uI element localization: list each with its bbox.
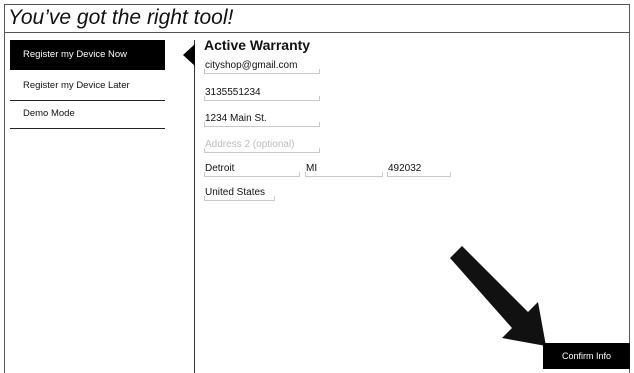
confirm-info-button[interactable]: Confirm Info: [543, 343, 630, 369]
header-divider: [4, 32, 630, 33]
state-field[interactable]: MI: [305, 160, 383, 177]
phone-value: 3135551234: [205, 87, 261, 98]
city-field[interactable]: Detroit: [204, 160, 300, 177]
page-headline: You’ve got the right tool!: [8, 6, 234, 29]
country-field[interactable]: United States: [204, 184, 275, 201]
country-value: United States: [205, 187, 266, 198]
address2-field[interactable]: Address 2 (optional): [204, 136, 320, 153]
sidebar-item-register-now[interactable]: Register my Device Now: [10, 40, 165, 70]
sidebar: Register my Device Now Register my Devic…: [10, 40, 195, 373]
address1-value: 1234 Main St.: [205, 113, 267, 124]
sidebar-item-register-later[interactable]: Register my Device Later: [10, 71, 165, 101]
sidebar-item-label: Demo Mode: [23, 108, 75, 119]
phone-field[interactable]: 3135551234: [204, 84, 320, 101]
email-field[interactable]: cityshop@gmail.com: [204, 57, 320, 74]
address1-field[interactable]: 1234 Main St.: [204, 110, 320, 127]
page-title: Active Warranty: [204, 37, 311, 53]
zip-value: 492032: [388, 163, 422, 174]
email-value: cityshop@gmail.com: [205, 60, 298, 71]
arrow-pointer-icon: [450, 246, 546, 346]
zip-field[interactable]: 492032: [387, 160, 451, 177]
state-value: MI: [306, 163, 318, 174]
address2-placeholder: Address 2 (optional): [205, 139, 295, 150]
city-value: Detroit: [205, 163, 235, 174]
sidebar-item-label: Register my Device Now: [23, 49, 127, 60]
active-indicator-icon: [183, 44, 195, 66]
sidebar-item-demo-mode[interactable]: Demo Mode: [10, 99, 165, 129]
sidebar-item-label: Register my Device Later: [23, 80, 130, 91]
